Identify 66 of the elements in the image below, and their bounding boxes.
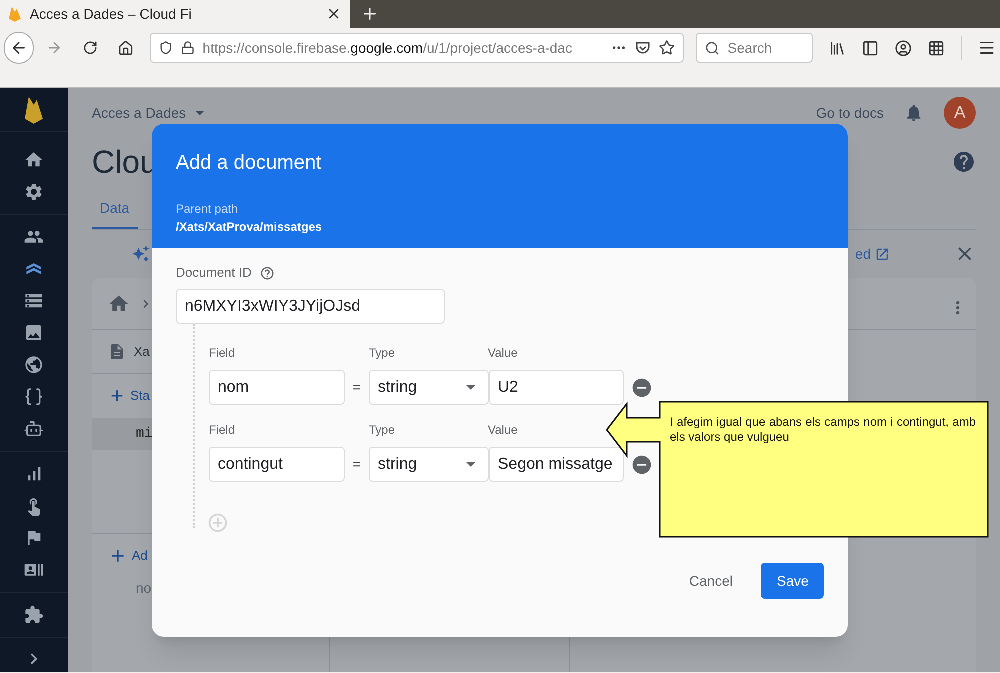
help-icon[interactable]: [260, 266, 275, 280]
type-select[interactable]: string: [369, 447, 489, 482]
dialog-title: Add a document: [176, 151, 323, 176]
library-icon[interactable]: [829, 40, 846, 56]
save-button[interactable]: Save: [761, 563, 824, 599]
browser-tab[interactable]: Acces a Dades – Cloud Fi: [0, 0, 350, 28]
flame-icon: [8, 6, 22, 22]
document-id-label: Document ID: [176, 264, 252, 282]
new-tab-icon[interactable]: [361, 5, 379, 23]
document-id-field[interactable]: n6MXYI3xWIY3JYijOJsd: [176, 289, 445, 324]
globe-icon: [24, 355, 44, 375]
star-icon[interactable]: [658, 40, 675, 56]
caret-icon: [466, 462, 476, 467]
avatar[interactable]: A: [944, 97, 976, 129]
value-label: Value: [488, 422, 518, 439]
sparkle-icon: [132, 245, 150, 263]
type-label: Type: [369, 345, 396, 362]
type-select[interactable]: string: [369, 370, 489, 405]
equals-sign: =: [352, 455, 362, 474]
parent-path-label: Parent path: [176, 201, 240, 218]
braces-icon: [24, 387, 44, 407]
value-field[interactable]: Segon missatge: [489, 447, 624, 482]
callout-text: I afegim igual que abans els camps nom i contingut, amb els valors que vulgueu: [670, 415, 976, 445]
puzzle-icon: [24, 605, 44, 625]
value-label: Value: [488, 345, 518, 362]
image-icon: [24, 323, 44, 343]
help-icon[interactable]: [952, 150, 976, 174]
tab-title: Acces a Dades – Cloud Fi: [30, 4, 192, 24]
lock-icon: [180, 41, 195, 55]
add-field-button[interactable]: Ad: [92, 534, 150, 578]
field-label: Field: [209, 422, 236, 439]
start-collection-button[interactable]: Sta: [92, 374, 150, 418]
search-field[interactable]: Search: [696, 33, 813, 63]
value-field[interactable]: U2: [489, 370, 624, 405]
empty-note: no: [135, 579, 153, 598]
menu-icon[interactable]: [978, 39, 996, 57]
remove-icon[interactable]: [631, 454, 653, 476]
document-icon: [108, 342, 126, 360]
home-icon[interactable]: [118, 40, 134, 56]
reload-icon[interactable]: [82, 40, 98, 56]
remove-icon[interactable]: [631, 376, 653, 398]
docs-link[interactable]: Go to docs: [816, 102, 884, 124]
shield-icon: [158, 41, 173, 55]
robot-icon: [24, 419, 44, 439]
grid-icon[interactable]: [928, 40, 945, 56]
pocket-icon[interactable]: [634, 40, 651, 56]
type-label: Type: [369, 422, 396, 439]
field-name-field[interactable]: contingut: [209, 447, 345, 482]
back-button[interactable]: [4, 32, 34, 64]
account-icon[interactable]: [895, 40, 912, 56]
flame-logo-icon: [24, 96, 44, 124]
field-name-field[interactable]: nom: [209, 370, 345, 405]
add-field-icon[interactable]: [207, 512, 229, 534]
parent-path: /Xats/XatProva/missatges: [176, 219, 324, 236]
search-icon: [704, 40, 720, 56]
sidebar-icon[interactable]: [862, 40, 879, 56]
address-bar[interactable]: https://console.firebase.google.com/u/1/project/acces-a-dac: [150, 33, 684, 63]
equals-sign: =: [352, 378, 362, 397]
url-text: https://console.firebase.google.com/u/1/project/acces-a-dac: [202, 38, 574, 58]
caret-icon: [466, 385, 476, 390]
project-name[interactable]: Acces a Dades: [92, 102, 186, 124]
cancel-button[interactable]: Cancel: [673, 563, 749, 599]
field-label: Field: [209, 345, 236, 362]
external-link-icon[interactable]: [875, 246, 890, 262]
settings-icon: [24, 182, 44, 202]
panel-heading: Xa: [134, 342, 150, 361]
